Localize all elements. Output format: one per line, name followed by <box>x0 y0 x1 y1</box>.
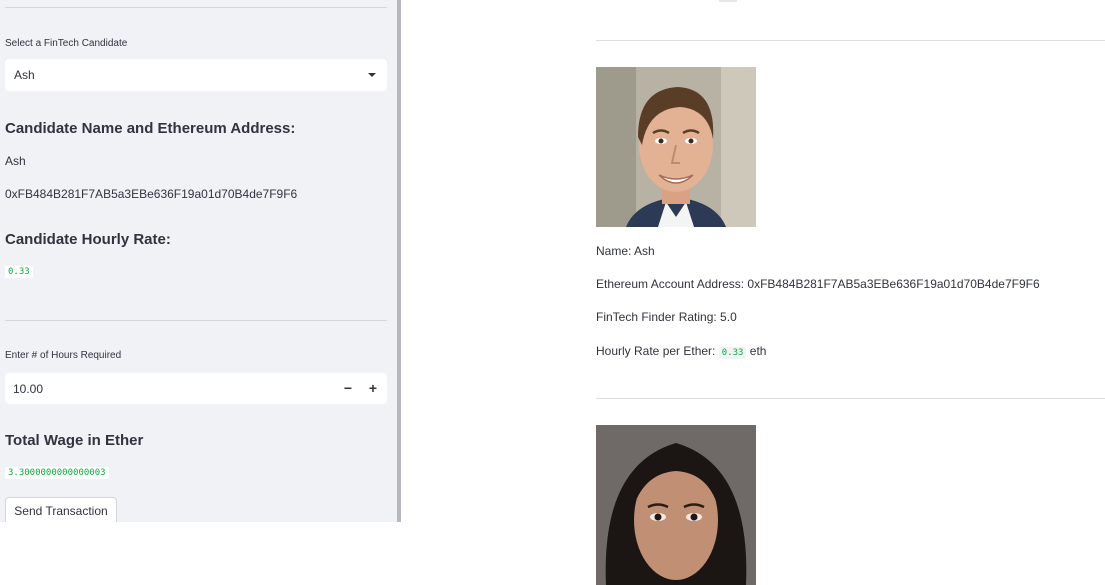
hours-input-label: Enter # of Hours Required <box>5 350 122 361</box>
candidate-address: 0xFB484B281F7AB5a3EBe636F19a01d70B4de7F9… <box>5 187 298 201</box>
total-wage-value: 3.3000000000000003 <box>5 467 109 479</box>
caret-down-icon[interactable] <box>368 73 376 77</box>
hourly-rate-heading: Candidate Hourly Rate: <box>5 231 171 248</box>
hourly-rate-value: 0.33 <box>5 266 33 278</box>
candidate-select-value: Ash <box>14 68 35 82</box>
name-address-heading: Candidate Name and Ethereum Address: <box>5 120 296 137</box>
sidebar-divider <box>5 7 387 8</box>
candidate-select[interactable]: Ash <box>5 59 387 91</box>
rate-prefix: Hourly Rate per Ether: <box>596 344 716 358</box>
rate-value: 0.33 <box>718 347 747 359</box>
candidate-photo <box>596 67 756 227</box>
hours-number-input[interactable]: 10.00 − + <box>5 373 387 404</box>
sidebar: Select a FinTech Candidate Ash Candidate… <box>0 0 397 522</box>
sidebar-resize-handle[interactable] <box>397 0 401 522</box>
candidate-name: Ash <box>5 154 26 168</box>
content-divider <box>596 398 1105 399</box>
sidebar-divider <box>5 320 387 321</box>
scroll-remnant <box>719 0 737 2</box>
candidate-portrait-icon <box>596 425 756 585</box>
candidate-rating-text: FinTech Finder Rating: 5.0 <box>596 310 737 324</box>
candidate-rate-line: Hourly Rate per Ether: 0.33 eth <box>596 344 767 359</box>
candidate-name-text: Name: Ash <box>596 244 655 258</box>
send-transaction-button[interactable]: Send Transaction <box>5 497 117 522</box>
candidate-address-text: Ethereum Account Address: 0xFB484B281F7A… <box>596 277 1040 291</box>
candidate-portrait-icon <box>596 67 756 227</box>
plus-icon[interactable]: + <box>364 379 382 397</box>
total-wage-heading: Total Wage in Ether <box>5 432 144 449</box>
rate-suffix: eth <box>749 344 767 358</box>
candidate-select-label: Select a FinTech Candidate <box>5 38 128 49</box>
candidate-photo <box>596 425 756 585</box>
minus-icon[interactable]: − <box>339 379 357 397</box>
content-divider <box>596 40 1105 41</box>
hours-input-value[interactable]: 10.00 <box>13 382 43 396</box>
